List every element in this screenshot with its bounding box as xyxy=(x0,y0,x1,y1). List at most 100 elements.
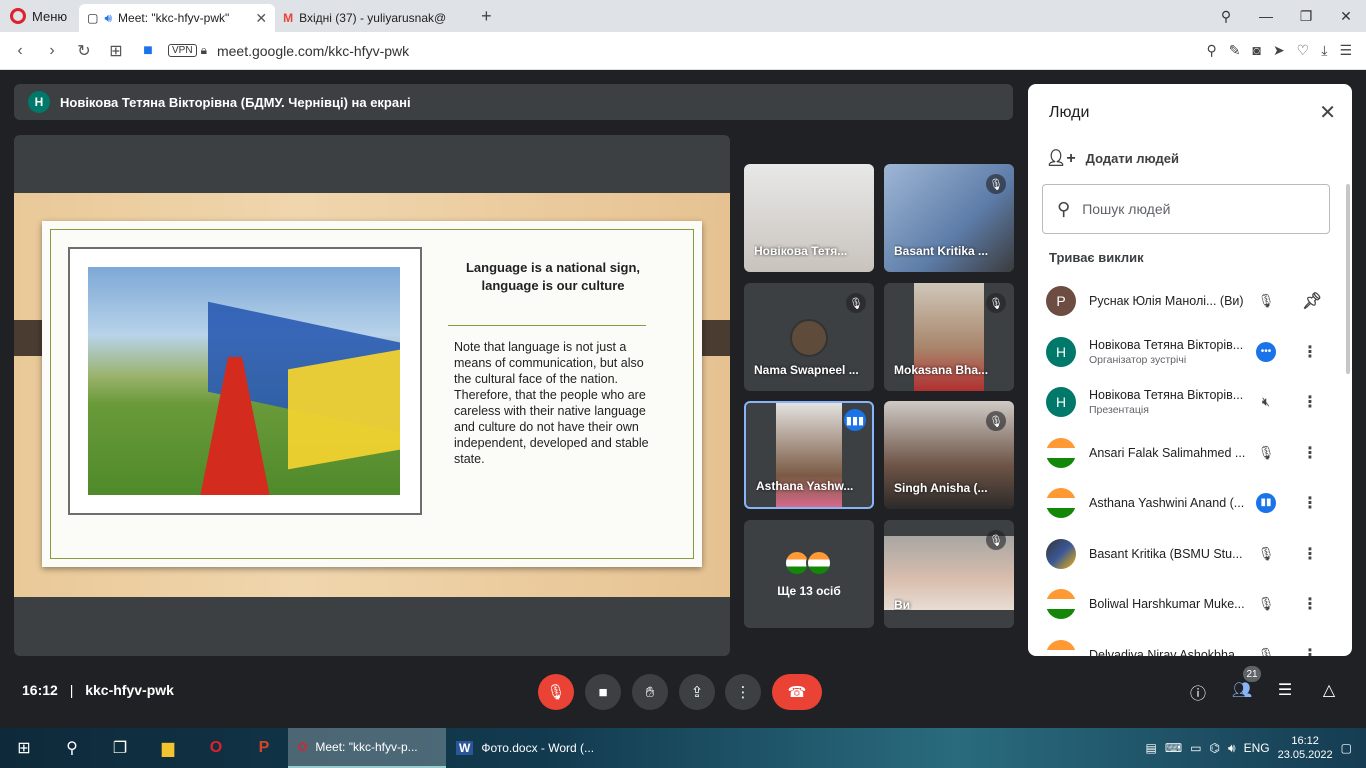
panel-title: Люди xyxy=(1049,104,1090,121)
meeting-separator: | xyxy=(69,682,74,698)
forward-icon[interactable]: › xyxy=(36,42,68,60)
more-options-icon[interactable]: ⋮ xyxy=(1302,443,1318,463)
more-options-button[interactable]: ⋮ xyxy=(725,674,761,710)
more-participants-label: Ще 13 осіб xyxy=(777,584,841,598)
opera-menu-button[interactable]: Меню xyxy=(0,0,79,32)
tile-name: Ви xyxy=(894,598,911,612)
search-icon[interactable]: ⚲ xyxy=(48,738,96,758)
participant-tile[interactable]: 🎙︎ Mokasana Bha... xyxy=(884,283,1014,391)
volume-off-icon: 🔇︎ xyxy=(1261,394,1271,410)
list-item[interactable]: Asthana Yashwini Anand (... ▮▮ ⋮ xyxy=(1028,478,1344,529)
more-options-icon[interactable]: ⋮ xyxy=(1302,342,1318,362)
participant-tile[interactable]: Новікова Тетя... xyxy=(744,164,874,272)
minimize-button[interactable]: — xyxy=(1246,8,1286,24)
close-icon[interactable]: ✕ xyxy=(1319,100,1336,125)
mic-off-icon: 🎙︎ xyxy=(986,293,1006,313)
add-people-button[interactable]: 👤︎+ Додати людей xyxy=(1046,148,1179,168)
more-options-icon[interactable]: ⋮ xyxy=(1302,645,1318,656)
network-icon[interactable]: ⌬ xyxy=(1210,741,1220,755)
search-icon: ⚲ xyxy=(1057,198,1071,219)
heart-icon[interactable]: ♡ xyxy=(1297,42,1310,59)
edit-icon[interactable]: ✎ xyxy=(1229,42,1241,59)
participant-tile[interactable]: 🎙︎ Basant Kritika ... xyxy=(884,164,1014,272)
more-avatars xyxy=(784,550,832,576)
pin-icon[interactable]: 📌︎ xyxy=(1302,291,1322,311)
menu-lines-icon[interactable]: ☰ xyxy=(1339,42,1352,59)
photo-frame xyxy=(68,247,422,515)
people-icon[interactable]: 👥︎ xyxy=(1230,680,1254,700)
taskbar-clock[interactable]: 16:12 23.05.2022 xyxy=(1278,734,1333,762)
volume-icon[interactable]: 🔊︎ xyxy=(1228,741,1236,756)
more-options-icon[interactable]: ⋮ xyxy=(1302,493,1318,513)
list-item[interactable]: Н Новікова Тетяна Вікторів... Організато… xyxy=(1028,327,1344,378)
more-participants-tile[interactable]: Ще 13 осіб xyxy=(744,520,874,628)
camera-toggle-button[interactable]: ■ xyxy=(585,674,621,710)
search-tabs-icon[interactable]: ⚲ xyxy=(1206,8,1246,25)
participant-role: Презентація xyxy=(1089,404,1149,417)
list-item[interactable]: Boliwal Harshkumar Muke... 🎙︎ ⋮ xyxy=(1028,579,1344,630)
scrollbar[interactable] xyxy=(1346,184,1350,374)
list-item[interactable]: Delvadiya Nirav Ashokbha... 🎙︎ ⋮ xyxy=(1028,630,1344,656)
mic-off-icon: 🎙︎ xyxy=(986,174,1006,194)
shared-screen[interactable]: Language is a national sign, language is… xyxy=(14,135,730,656)
snapshot-icon[interactable]: ◙ xyxy=(1252,42,1260,59)
close-tab-icon[interactable]: ✕ xyxy=(255,10,267,27)
avatar xyxy=(1046,589,1076,620)
speaking-indicator-icon: ▮▮▮ xyxy=(844,409,866,431)
maximize-button[interactable]: ❐ xyxy=(1286,8,1326,25)
close-window-button[interactable]: ✕ xyxy=(1326,8,1366,25)
self-tile[interactable]: 🎙︎ Ви xyxy=(884,520,1014,628)
taskbar-app-word[interactable]: W Фото.docx - Word (... xyxy=(446,728,604,768)
battery-icon[interactable]: ▭ xyxy=(1190,741,1201,755)
list-item[interactable]: Н Новікова Тетяна Вікторів... Презентаці… xyxy=(1028,377,1344,428)
activities-icon[interactable]: △ xyxy=(1317,680,1341,700)
meeting-info: 16:12 | kkc-hfyv-pwk xyxy=(22,682,174,698)
url-field[interactable]: meet.google.com/kkc-hfyv-pwk xyxy=(217,43,409,59)
list-item[interactable]: Р Руснак Юлія Манолі... (Ви) 🎙︎ 📌︎ xyxy=(1028,276,1344,327)
participant-tile[interactable]: 🎙︎ Nama Swapneel ... xyxy=(744,283,874,391)
participant-tile[interactable]: ▮▮▮ Asthana Yashw... xyxy=(744,401,874,509)
present-screen-button[interactable]: ⇪ xyxy=(679,674,715,710)
tabs-grid-icon[interactable]: ⊞ xyxy=(100,41,132,61)
search-icon[interactable]: ⚲ xyxy=(1206,42,1216,59)
download-icon[interactable]: ⤓ xyxy=(1321,42,1327,59)
opera-icon[interactable]: O xyxy=(192,739,240,757)
more-options-icon[interactable]: ⋮ xyxy=(1302,544,1318,564)
vpn-badge[interactable]: VPN xyxy=(168,44,197,57)
tab-gmail[interactable]: M Вхідні (37) - yuliyarusnak@ xyxy=(275,4,471,32)
list-item[interactable]: Ansari Falak Salimahmed ... 🎙︎ ⋮ xyxy=(1028,428,1344,479)
powerpoint-icon[interactable]: P xyxy=(240,739,288,757)
tab-icon: ▢ xyxy=(87,11,99,25)
tab-title: Meet: "kkc-hfyv-pwk" xyxy=(118,11,230,25)
lock-icon[interactable]: 🔒︎ xyxy=(201,43,207,58)
info-icon[interactable]: ⓘ xyxy=(1186,680,1210,704)
tile-name: Новікова Тетя... xyxy=(754,244,848,258)
tray-app-icon[interactable]: ▤ xyxy=(1146,741,1157,755)
back-icon[interactable]: ‹ xyxy=(4,42,36,60)
new-tab-button[interactable]: + xyxy=(471,6,502,27)
raise-hand-button[interactable]: ✋︎ xyxy=(632,674,668,710)
more-options-icon[interactable]: ⋮ xyxy=(1302,392,1318,412)
speaker-icon: 🔊︎ xyxy=(104,10,113,25)
send-icon[interactable]: ➤ xyxy=(1273,42,1285,59)
chat-icon[interactable]: ☰ xyxy=(1273,680,1297,700)
language-indicator[interactable]: ENG xyxy=(1244,741,1270,755)
mic-off-icon: 🎙︎ xyxy=(1257,444,1275,460)
mic-off-icon: 🎙︎ xyxy=(986,411,1006,431)
keyboard-icon[interactable]: ⌨ xyxy=(1165,741,1182,755)
more-options-icon[interactable]: ⋮ xyxy=(1302,594,1318,614)
reload-icon[interactable]: ↻ xyxy=(68,41,100,61)
avatar: Н xyxy=(1046,387,1076,418)
list-item[interactable]: Basant Kritika (BSMU Stu... 🎙︎ ⋮ xyxy=(1028,529,1344,580)
mic-toggle-button[interactable]: 🎙︎ xyxy=(538,674,574,710)
hang-up-button[interactable]: ☎︎ xyxy=(772,674,822,710)
participant-name: Delvadiya Nirav Ashokbha... xyxy=(1089,647,1246,656)
participant-tile[interactable]: 🎙︎ Singh Anisha (... xyxy=(884,401,1014,509)
file-explorer-icon[interactable]: ▆ xyxy=(144,738,192,758)
search-input[interactable]: ⚲ Пошук людей xyxy=(1042,184,1330,234)
tab-meet[interactable]: ▢ 🔊︎ Meet: "kkc-hfyv-pwk" ✕ xyxy=(79,4,276,32)
taskbar-app-opera[interactable]: O Meet: "kkc-hfyv-p... xyxy=(288,728,446,768)
task-view-icon[interactable]: ❐ xyxy=(96,738,144,758)
notifications-icon[interactable]: ▢ xyxy=(1341,741,1352,755)
windows-start-icon[interactable]: ⊞ xyxy=(0,738,48,758)
